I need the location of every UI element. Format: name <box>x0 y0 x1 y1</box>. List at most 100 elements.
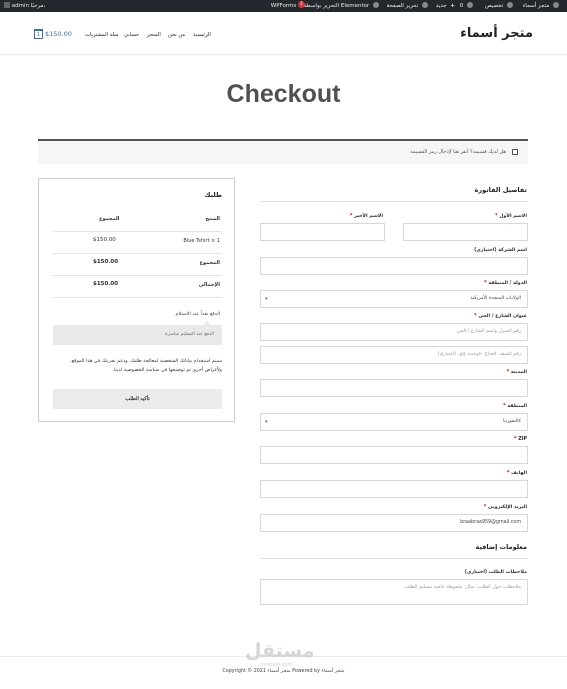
coupon-notice: هل لديك قسيمة؟ أنقر هنا لإدخال رمز القسي… <box>38 139 528 164</box>
order-col-product: المنتج <box>205 216 220 222</box>
admin-bar-wpforms-label: WPForms <box>270 3 297 9</box>
order-review: طلبك المنتج المجموع Blue Tshirt × 1 $150… <box>38 178 235 422</box>
admin-bar: متجر أسماء تخصيص 0 جديد + تحرير الصفحة ا… <box>0 0 567 12</box>
company-input[interactable] <box>260 257 528 275</box>
nav-item-home[interactable]: الرئيسية <box>193 32 211 38</box>
footer-copyright: Copyright © 2021 متجر أسماء Powered by م… <box>222 669 345 674</box>
required-mark: * <box>503 404 506 409</box>
order-notes-label: ملاحظات الطلب (اختياري) <box>464 570 527 575</box>
admin-bar-wpforms[interactable]: WPForms 1 <box>271 0 305 12</box>
apartment-input[interactable]: رقم الشقة، الجناح، الوحدة، إلخ. (اختياري… <box>260 346 528 364</box>
country-select-value: الولايات المتحدة الأمريكية <box>470 296 521 301</box>
admin-bar-edit-page[interactable]: تحرير الصفحة <box>387 0 430 12</box>
cart-icon: 1 <box>34 29 43 39</box>
header-cart[interactable]: 1 $150.00 <box>34 28 72 40</box>
mostaql-watermark-url: mostaql.com <box>260 662 293 668</box>
email-label: البريد الإلكتروني * <box>484 505 527 510</box>
phone-label: الهاتف * <box>507 471 527 476</box>
cart-total: $150.00 <box>45 30 72 38</box>
order-total-label: الإجمالي <box>198 282 220 288</box>
admin-bar-new[interactable]: جديد + <box>436 0 455 12</box>
avatar <box>4 1 10 8</box>
state-select[interactable]: كاليفورنيا ▾ <box>260 413 528 431</box>
first-name-label-text: الاسم الأول <box>499 214 527 219</box>
plus-icon: + <box>450 3 455 9</box>
admin-bar-comments[interactable]: 0 <box>460 0 475 12</box>
city-label-text: المدينة <box>510 370 527 375</box>
nav-item-account[interactable]: حسابي <box>124 32 139 38</box>
first-name-label: الاسم الأول * <box>495 214 527 219</box>
comment-icon <box>467 1 473 8</box>
admin-bar-account[interactable]: admin مرحبًا، <box>4 0 45 12</box>
order-col-total: المجموع <box>99 216 120 222</box>
pencil-icon <box>422 1 428 8</box>
required-mark: * <box>474 314 477 319</box>
last-name-label-text: الاسم الأخير <box>354 214 383 219</box>
country-label: الدولة / المنطقة * <box>484 281 527 286</box>
nav-item-about[interactable]: من نحن <box>168 32 185 38</box>
country-select[interactable]: الولايات المتحدة الأمريكية ▾ <box>260 290 528 308</box>
brush-icon <box>507 1 513 8</box>
nav-item-cart[interactable]: سلة المشتريات <box>85 32 118 38</box>
zip-label: ZIP * <box>514 437 527 442</box>
header-divider <box>0 54 567 55</box>
required-mark: * <box>349 214 353 219</box>
home-icon <box>553 1 559 8</box>
order-subtotal-label: المجموع <box>199 260 220 266</box>
country-label-text: الدولة / المنطقة <box>488 281 527 286</box>
wpforms-count-badge: 1 <box>298 1 305 8</box>
comments-count: 0 <box>459 3 464 9</box>
admin-bar-new-label: جديد <box>435 3 447 9</box>
required-mark: * <box>506 471 510 476</box>
cart-count: 1 <box>36 32 41 38</box>
billing-divider <box>260 201 528 202</box>
admin-bar-edit-page-label: تحرير الصفحة <box>386 3 419 9</box>
payment-method-label[interactable]: الدفع نقداً عند الاستلام <box>175 312 220 317</box>
first-name-input[interactable] <box>403 223 528 241</box>
payment-description: الدفع عند التسليم مباشرة. <box>53 321 222 345</box>
place-order-button[interactable]: تأكيد الطلب <box>53 389 222 409</box>
zip-input[interactable] <box>260 446 528 464</box>
order-item-name: Blue Tshirt <box>183 238 210 244</box>
state-select-value: كاليفورنيا <box>502 419 521 424</box>
nav-item-shop[interactable]: المتجر <box>147 32 161 38</box>
admin-bar-elementor[interactable]: التحرير بواسطة Elementor <box>303 0 381 12</box>
email-label-text: البريد الإلكتروني <box>487 505 527 510</box>
required-mark: * <box>514 437 517 442</box>
mostaql-watermark: مستقل <box>245 640 315 662</box>
state-label: المنطقة * <box>503 404 527 409</box>
order-subtotal-value: $150.00 <box>93 259 119 265</box>
order-divider <box>53 231 222 232</box>
email-input[interactable]: braabraa959@gmail.com <box>260 514 528 532</box>
chevron-down-icon: ▾ <box>265 419 268 425</box>
order-review-heading: طلبك <box>204 191 222 199</box>
coupon-notice-link[interactable]: هل لديك قسيمة؟ أنقر هنا لإدخال رمز القسي… <box>410 149 506 155</box>
site-title[interactable]: متجر أسماء <box>460 26 533 41</box>
admin-bar-customize[interactable]: تخصيص <box>485 0 515 12</box>
last-name-input[interactable] <box>260 223 385 241</box>
phone-input[interactable] <box>260 480 528 498</box>
privacy-notice: سيتم استخدام بياناتك الشخصية لمعالجة طلب… <box>70 359 222 373</box>
order-divider <box>53 253 222 254</box>
city-input[interactable] <box>260 379 528 397</box>
admin-bar-site-name: متجر أسماء <box>522 3 550 9</box>
city-label: المدينة * <box>507 370 527 375</box>
required-mark: * <box>495 214 498 219</box>
company-label: اسم الشركة (اختياري) <box>474 248 527 253</box>
additional-info-divider <box>260 558 528 559</box>
admin-bar-greeting: مرحبًا، <box>30 3 46 9</box>
state-label-text: المنطقة <box>507 404 527 409</box>
billing-heading: تفاصيل الفاتورة <box>474 186 527 194</box>
elementor-icon <box>373 1 379 8</box>
street-label: عنوان الشارع / الحي * <box>474 314 527 319</box>
admin-bar-site[interactable]: متجر أسماء <box>523 0 561 12</box>
order-notes-textarea[interactable]: ملاحظات حول الطلب، مثال: ملحوظة خاصة بتس… <box>260 579 528 605</box>
order-total-value: $150.00 <box>93 281 119 287</box>
street-input[interactable]: رقم المنزل واسم الشارع / الحي <box>260 323 528 341</box>
calendar-icon <box>512 149 518 155</box>
required-mark: * <box>484 281 487 286</box>
page-title: Checkout <box>226 80 341 108</box>
admin-bar-customize-label: تخصيص <box>485 3 504 9</box>
order-divider <box>53 297 222 298</box>
phone-label-text: الهاتف <box>511 471 527 476</box>
